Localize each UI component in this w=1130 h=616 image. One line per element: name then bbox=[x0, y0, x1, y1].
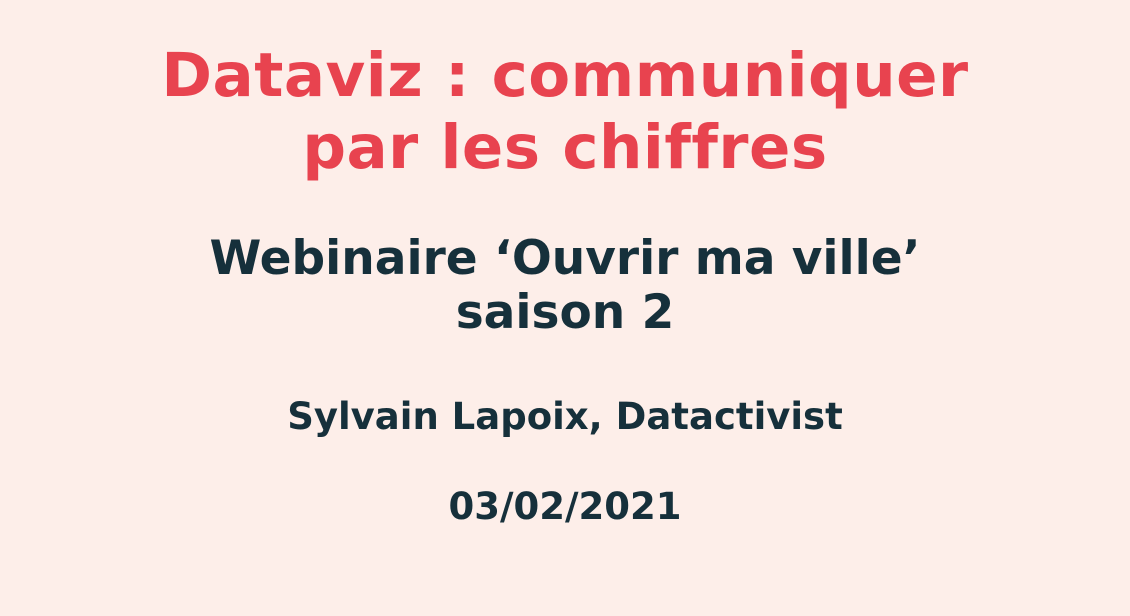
slide-subtitle-line-1: Webinaire ‘Ouvrir ma ville’ bbox=[209, 231, 921, 286]
slide-subtitle: Webinaire ‘Ouvrir ma ville’ saison 2 bbox=[0, 232, 1130, 340]
slide-title: Dataviz : communiquer par les chiffres bbox=[0, 40, 1130, 184]
title-slide: Dataviz : communiquer par les chiffres W… bbox=[0, 0, 1130, 616]
presentation-date: 03/02/2021 bbox=[448, 485, 682, 528]
slide-subtitle-line-2: saison 2 bbox=[455, 285, 675, 340]
slide-title-line-1: Dataviz : communiquer bbox=[161, 40, 969, 111]
slide-title-line-2: par les chiffres bbox=[302, 112, 828, 183]
author-line: Sylvain Lapoix, Datactivist bbox=[287, 395, 843, 438]
